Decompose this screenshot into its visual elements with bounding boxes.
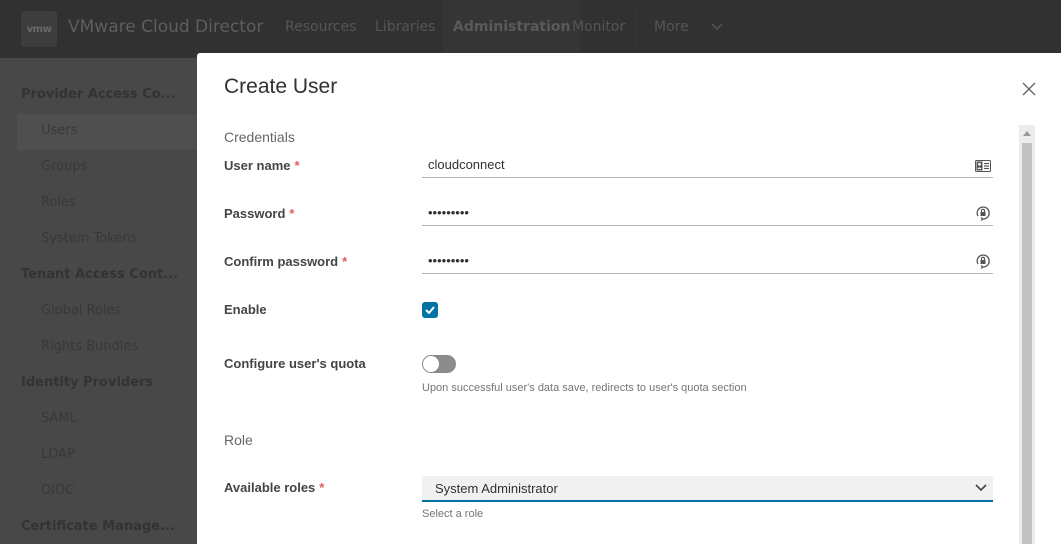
close-button[interactable] [1019, 79, 1039, 99]
sidebar-section-tenant-access[interactable]: Tenant Access Cont... [21, 267, 178, 282]
sidebar-item-oidc[interactable]: OIDC [41, 483, 74, 498]
nav-monitor[interactable]: Monitor [562, 0, 635, 53]
available-roles-label: Available roles * [224, 480, 324, 495]
nav-more[interactable]: More [644, 0, 733, 53]
create-user-dialog: Create User Credentials User name* Passw… [197, 53, 1061, 544]
credentials-section-title: Credentials [224, 129, 295, 145]
app-title[interactable]: VMware Cloud Director [68, 17, 263, 37]
selected-role: System Administrator [435, 481, 558, 496]
required-marker: * [342, 254, 348, 269]
nav-libraries[interactable]: Libraries [365, 0, 445, 53]
username-input[interactable] [422, 152, 993, 178]
sidebar-section-identity-providers[interactable]: Identity Providers [21, 375, 153, 390]
dialog-title: Create User [224, 75, 338, 98]
sidebar-section-certificate-management[interactable]: Certificate Manage... [21, 519, 175, 534]
sidebar-item-groups[interactable]: Groups [41, 159, 87, 174]
required-marker: * [294, 158, 300, 173]
available-roles-select[interactable]: System Administrator [422, 476, 993, 502]
enable-label: Enable [224, 302, 267, 317]
top-nav-bar: vmw VMware Cloud Director Resources Libr… [0, 0, 1061, 58]
checkmark-icon [425, 306, 435, 314]
password-input[interactable] [422, 200, 993, 226]
confirm-password-label: Confirm password * [224, 254, 347, 269]
confirm-password-label-text: Confirm password [224, 254, 339, 269]
chevron-down-icon [711, 22, 723, 30]
username-label: User name * [224, 158, 300, 173]
chevron-down-icon [975, 484, 987, 492]
vmware-logo: vmw [21, 11, 57, 47]
available-roles-label-text: Available roles [224, 480, 316, 495]
nav-more-label: More [654, 18, 689, 35]
password-label: Password * [224, 206, 294, 221]
scroll-up-arrow-icon [1023, 130, 1031, 136]
sidebar-item-rights-bundles[interactable]: Rights Bundles [41, 339, 138, 354]
sidebar-item-ldap[interactable]: LDAP [41, 447, 75, 462]
nav-resources[interactable]: Resources [275, 0, 367, 53]
sidebar-item-saml[interactable]: SAML [41, 411, 77, 426]
quota-label: Configure user's quota [224, 356, 366, 371]
role-section-title: Role [224, 432, 253, 448]
required-marker: * [289, 206, 295, 221]
nav-divider [635, 8, 636, 48]
close-icon [1022, 82, 1036, 96]
sidebar-item-global-roles[interactable]: Global Roles [41, 303, 121, 318]
id-card-icon [975, 160, 991, 172]
quota-toggle[interactable] [422, 355, 456, 373]
sidebar: Provider Access Co... Users Groups Roles… [0, 58, 198, 544]
password-reveal-icon[interactable] [975, 253, 991, 269]
sidebar-item-users[interactable]: Users [41, 123, 77, 138]
required-marker: * [319, 480, 325, 495]
sidebar-section-provider-access[interactable]: Provider Access Co... [21, 87, 175, 102]
toggle-knob [423, 356, 439, 372]
sidebar-item-system-tokens[interactable]: System Tokens [41, 231, 137, 246]
confirm-password-input[interactable] [422, 248, 993, 274]
password-label-text: Password [224, 206, 286, 221]
role-helper-text: Select a role [422, 508, 484, 520]
dialog-scrollbar[interactable] [1019, 125, 1035, 544]
sidebar-item-roles[interactable]: Roles [41, 195, 76, 210]
nav-administration[interactable]: Administration [443, 0, 581, 53]
scrollbar-thumb[interactable] [1022, 143, 1032, 544]
scroll-up-button[interactable] [1019, 125, 1035, 141]
enable-checkbox[interactable] [422, 302, 438, 318]
username-label-text: User name [224, 158, 291, 173]
quota-helper-text: Upon successful user's data save, redire… [422, 382, 747, 394]
password-reveal-icon[interactable] [975, 205, 991, 221]
